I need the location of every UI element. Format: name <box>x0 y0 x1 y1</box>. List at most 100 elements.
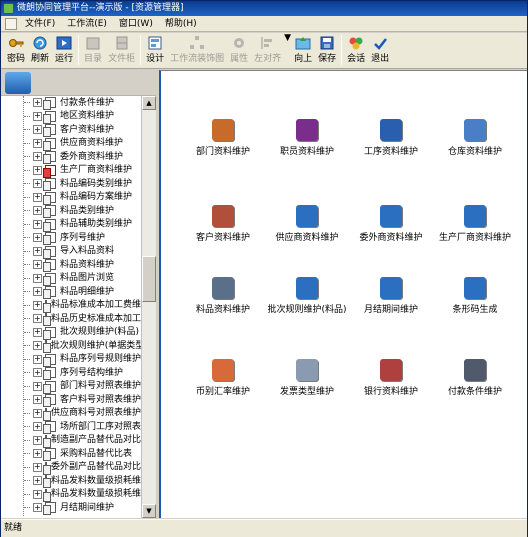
shortcut-tile[interactable]: 委外商资料维护 <box>345 205 437 257</box>
expand-icon[interactable]: + <box>33 233 42 243</box>
tree-item[interactable]: + 委外副产品替代品对比 <box>7 461 141 475</box>
toolbar-run-button[interactable]: 运行 <box>52 33 76 67</box>
tree-item[interactable]: + 制造副产品替代品对比 <box>7 434 141 448</box>
tree-item[interactable]: + 料品明细维护 <box>7 285 141 300</box>
expand-icon[interactable]: + <box>33 246 42 256</box>
expand-icon[interactable]: + <box>33 476 42 486</box>
expand-icon[interactable]: + <box>33 462 42 472</box>
tree-item[interactable]: + 料品资料维护 <box>7 258 141 273</box>
tree-item[interactable]: + 料品编码方案维护 <box>7 191 141 205</box>
expand-icon[interactable]: + <box>33 111 42 121</box>
expand-icon[interactable]: + <box>33 381 42 391</box>
shortcut-tile[interactable]: 月结期间维护 <box>345 277 437 329</box>
shortcut-tile[interactable]: 发票类型维护 <box>261 359 353 411</box>
tree-item[interactable]: + 场所部门工序对照表 <box>7 420 141 435</box>
expand-icon[interactable]: + <box>33 206 42 216</box>
expand-icon[interactable]: + <box>33 489 42 499</box>
expand-icon[interactable]: + <box>33 152 42 162</box>
scroll-thumb[interactable] <box>142 256 156 302</box>
menu-window[interactable]: 窗口(W) <box>113 16 159 32</box>
toolbar-password-button[interactable]: 密码 <box>4 33 28 67</box>
toolbar-up-button[interactable]: 向上 <box>291 33 315 67</box>
tree-item[interactable]: + 导入料品资料 <box>7 245 141 259</box>
expand-icon[interactable]: + <box>33 395 42 405</box>
expand-icon[interactable]: + <box>33 192 42 202</box>
expand-icon[interactable]: + <box>33 287 42 297</box>
tree-item[interactable]: + 生产厂商资料维护 <box>7 164 141 178</box>
tree-item[interactable]: + 供应商资料维护 <box>7 137 141 151</box>
tree-item[interactable]: + 料品图片浏览 <box>7 272 141 286</box>
expand-icon[interactable]: + <box>33 503 42 513</box>
tree-item[interactable]: + 供应商料号对照表维护 <box>7 407 141 421</box>
tree-item[interactable]: + 批次规则维护(料品) <box>7 326 141 340</box>
toolbar-workflow-diagram-button[interactable]: 工作流装饰图 <box>167 33 227 67</box>
shortcut-tile[interactable]: 币别汇率维护 <box>177 359 269 411</box>
toolbar-session-button[interactable]: 会话 <box>344 33 368 67</box>
tree-item[interactable]: + 料品历史标准成本加工 <box>7 312 141 327</box>
expand-icon[interactable]: + <box>33 125 42 135</box>
tree-item[interactable]: + 序列号维护 <box>7 231 141 246</box>
toolbar-save-button[interactable]: 保存 <box>315 33 339 67</box>
expand-icon[interactable]: + <box>33 260 42 270</box>
tree-item[interactable]: + 客户资料维护 <box>7 123 141 138</box>
tree-item[interactable]: + 批次规则维护(单据类型 <box>7 339 141 354</box>
mdi-document-icon[interactable] <box>5 17 17 30</box>
tree-item[interactable]: + 月结期间维护 <box>7 501 141 516</box>
toolbar-design-button[interactable]: 设计 <box>143 33 167 67</box>
expand-icon[interactable]: + <box>33 165 42 175</box>
expand-icon[interactable]: + <box>33 408 42 418</box>
menu-help[interactable]: 帮助(H) <box>159 16 203 32</box>
tree-scrollbar[interactable]: ▲ ▼ <box>141 96 156 518</box>
scroll-up-button[interactable]: ▲ <box>142 96 156 110</box>
tree-item[interactable]: + 委外商资料维护 <box>7 150 141 165</box>
toolbar-align-left-button[interactable]: 左对齐 <box>251 33 284 67</box>
shortcut-tile[interactable]: 生产厂商资料维护 <box>429 205 521 257</box>
chevron-down-icon[interactable]: ▼ <box>284 33 291 43</box>
menu-file[interactable]: 文件(F) <box>19 16 61 32</box>
tree-item[interactable]: + 付款条件维护 <box>7 96 141 111</box>
tree-item[interactable]: + 料品编码类别维护 <box>7 177 141 192</box>
expand-icon[interactable]: + <box>33 300 42 310</box>
tree-item[interactable]: + 料品标准成本加工费维 <box>7 299 141 313</box>
shortcut-tile[interactable]: 料品资料维护 <box>177 277 269 329</box>
expand-icon[interactable]: + <box>33 138 42 148</box>
expand-icon[interactable]: + <box>33 341 42 351</box>
toolbar-refresh-button[interactable]: 刷新 <box>28 33 52 67</box>
shortcut-tile[interactable]: 职员资料维护 <box>261 119 353 171</box>
scroll-down-button[interactable]: ▼ <box>142 504 156 518</box>
expand-icon[interactable]: + <box>33 179 42 189</box>
toolbar-exit-button[interactable]: 退出 <box>368 33 392 67</box>
shortcut-tile[interactable]: 条形码生成 <box>429 277 521 329</box>
shortcut-tile[interactable]: 工序资料维护 <box>345 119 437 171</box>
expand-icon[interactable]: + <box>33 449 42 459</box>
expand-icon[interactable]: + <box>33 327 42 337</box>
expand-icon[interactable]: + <box>33 368 42 378</box>
shortcut-tile[interactable]: 客户资料维护 <box>177 205 269 257</box>
toolbar-catalog-button[interactable]: 目录 <box>81 33 105 67</box>
toolbar-cabinet-button[interactable]: 文件柜 <box>105 33 138 67</box>
expand-icon[interactable]: + <box>33 273 42 283</box>
shortcut-tile[interactable]: 付款条件维护 <box>429 359 521 411</box>
shortcut-tile[interactable]: 银行资料维护 <box>345 359 437 411</box>
tree-item[interactable]: + 地区资料维护 <box>7 110 141 124</box>
tree-item[interactable]: + 料品辅助类别维护 <box>7 218 141 232</box>
tree-item[interactable]: + 料品序列号规则维护 <box>7 353 141 367</box>
shortcut-tile[interactable]: 仓库资料维护 <box>429 119 521 171</box>
shortcut-tile[interactable]: 批次规则维护(料品) <box>261 277 353 329</box>
expand-icon[interactable]: + <box>33 354 42 364</box>
tree-item[interactable]: + 料品类别维护 <box>7 204 141 219</box>
expand-icon[interactable]: + <box>33 422 42 432</box>
shortcut-tile[interactable]: 部门资料维护 <box>177 119 269 171</box>
tree-item[interactable]: + 采购料品替代比表 <box>7 447 141 462</box>
expand-icon[interactable]: + <box>33 98 42 108</box>
tree-item[interactable]: + 客户料号对照表维护 <box>7 393 141 408</box>
expand-icon[interactable]: + <box>33 219 42 229</box>
expand-icon[interactable]: + <box>33 314 42 324</box>
tree-item[interactable]: + 序列号结构维护 <box>7 366 141 381</box>
toolbar-properties-button[interactable]: 属性 <box>227 33 251 67</box>
expand-icon[interactable]: + <box>33 435 42 445</box>
tree-item[interactable]: + 部门料号对照表维护 <box>7 380 141 394</box>
tree-item[interactable]: + 料品发料数量级损耗维 <box>7 474 141 489</box>
tree-item[interactable]: + 料品发料数量级损耗维 <box>7 488 141 502</box>
shortcut-tile[interactable]: 供应商资料维护 <box>261 205 353 257</box>
